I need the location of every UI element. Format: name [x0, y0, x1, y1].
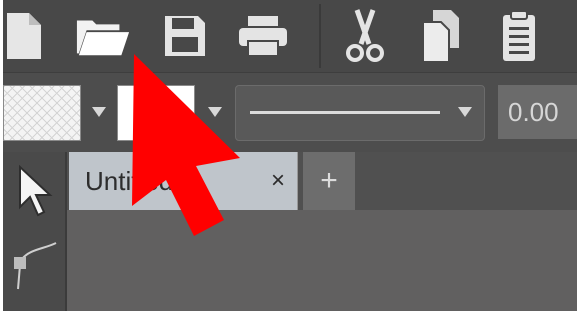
scissors-icon [346, 9, 384, 62]
save-button[interactable] [157, 8, 213, 64]
main-toolbar [3, 0, 577, 72]
open-folder-icon [76, 20, 130, 56]
toolbar-separator [319, 4, 321, 68]
stroke-color-swatch[interactable] [117, 85, 195, 141]
tool-panel [3, 152, 67, 311]
copy-icon [422, 10, 459, 63]
line-style-preview [250, 111, 440, 114]
paste-button[interactable] [491, 8, 547, 64]
drawing-canvas[interactable] [67, 210, 577, 311]
floppy-disk-icon [165, 16, 205, 56]
add-tab-button[interactable]: + [303, 152, 355, 210]
print-button[interactable] [235, 8, 291, 64]
copy-button[interactable] [413, 8, 469, 64]
fill-dropdown-chevron-icon[interactable] [92, 107, 106, 117]
app-window: 0.00 Untitled-1 × + [3, 0, 577, 311]
arrow-pointer-icon [19, 164, 53, 217]
tab-title: Untitled-1 [85, 166, 197, 196]
printer-icon [239, 16, 287, 57]
bezier-node-icon [14, 242, 57, 290]
stroke-dropdown-chevron-icon[interactable] [208, 107, 222, 117]
line-style-chevron-icon [458, 107, 472, 117]
select-tool-button[interactable] [3, 156, 65, 226]
tab-untitled-1[interactable]: Untitled-1 × [69, 152, 298, 210]
node-tool-button[interactable] [3, 228, 65, 298]
tab-close-icon[interactable]: × [271, 152, 285, 210]
new-file-button[interactable] [3, 8, 51, 64]
document-tab-strip: Untitled-1 × + [67, 152, 577, 210]
line-width-field[interactable]: 0.00 [498, 85, 577, 139]
cut-button[interactable] [337, 8, 393, 64]
clipboard-icon [503, 10, 535, 61]
open-folder-button[interactable] [75, 8, 131, 64]
fill-pattern-swatch[interactable] [3, 85, 81, 141]
line-style-select[interactable] [235, 85, 485, 141]
new-file-icon [7, 13, 41, 59]
properties-bar: 0.00 [3, 72, 577, 153]
